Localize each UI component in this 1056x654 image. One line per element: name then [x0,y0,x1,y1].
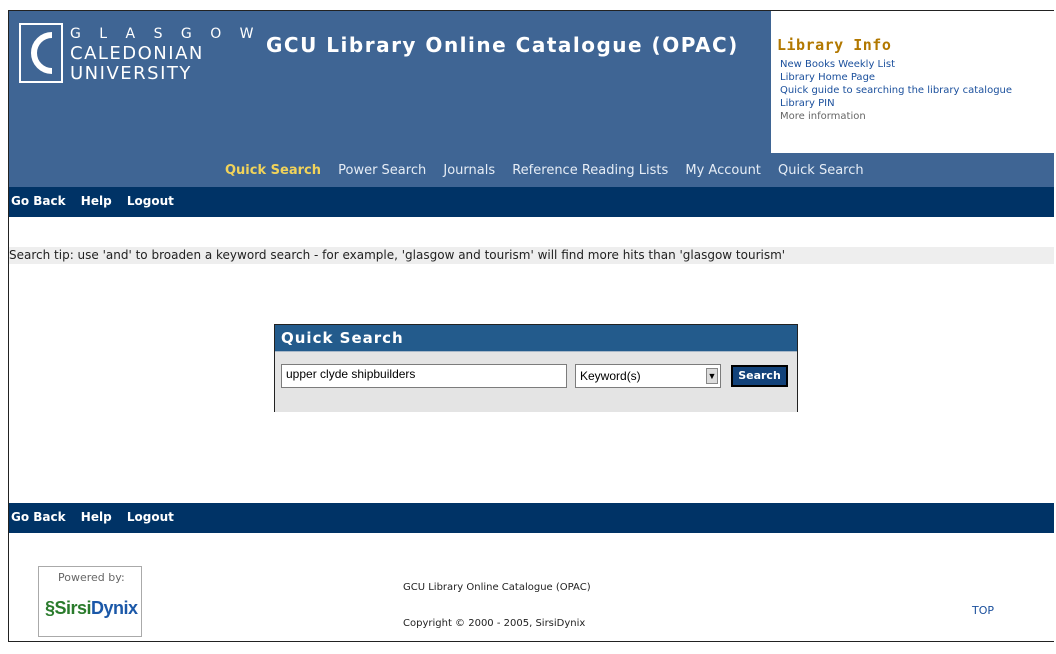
library-info-title: Library Info [777,36,892,54]
page-frame: G L A S G O W CALEDONIAN UNIVERSITY GCU … [8,10,1054,642]
footer-catalogue-name: GCU Library Online Catalogue (OPAC) [403,582,591,593]
search-button[interactable]: Search [731,365,788,387]
nav-power-search[interactable]: Power Search [338,163,426,178]
brand-dynix: Dynix [91,598,138,618]
logout-link[interactable]: Logout [127,194,174,208]
gcu-logo-icon[interactable] [19,23,63,83]
top-link[interactable]: TOP [972,604,994,617]
library-info-box: Library Info New Books Weekly List Libra… [771,11,1054,153]
go-back-link-bottom[interactable]: Go Back [11,510,66,524]
help-link[interactable]: Help [81,194,112,208]
nav-quick-search[interactable]: Quick Search [225,163,321,178]
site-title: GCU Library Online Catalogue (OPAC) [266,33,739,57]
bottom-toolbar: Go Back Help Logout [9,503,1054,533]
nav-journals[interactable]: Journals [443,163,495,178]
search-tip: Search tip: use 'and' to broaden a keywo… [9,247,1054,264]
brand-sirsi: Sirsi [54,598,92,618]
more-information-link[interactable]: More information [780,110,1012,123]
library-home-link[interactable]: Library Home Page [780,71,1012,84]
search-input[interactable]: upper clyde shipbuilders [281,364,567,388]
logo-line-3: UNIVERSITY [70,63,192,84]
top-toolbar: Go Back Help Logout [9,187,1054,217]
help-link-bottom[interactable]: Help [81,510,112,524]
sirsidynix-logo: §SirsiDynix [45,598,138,619]
dropdown-arrow-icon[interactable]: ▼ [706,368,718,384]
logo-line-2: CALEDONIAN [70,43,204,64]
nav-reference-reading-lists[interactable]: Reference Reading Lists [512,163,668,178]
go-back-link[interactable]: Go Back [11,194,66,208]
quick-search-panel: Quick Search upper clyde shipbuilders Ke… [274,324,798,412]
logout-link-bottom[interactable]: Logout [127,510,174,524]
university-name: G L A S G O W CALEDONIAN UNIVERSITY [70,24,261,84]
quick-search-title: Quick Search [275,325,797,351]
footer-text: GCU Library Online Catalogue (OPAC) Copy… [403,582,591,654]
library-info-links: New Books Weekly List Library Home Page … [780,58,1012,123]
sirsidynix-swirl-icon: § [45,598,55,618]
nav-quick-search-2[interactable]: Quick Search [778,163,864,178]
quick-guide-link[interactable]: Quick guide to searching the library cat… [780,84,1012,97]
new-books-link[interactable]: New Books Weekly List [780,58,1012,71]
powered-by-label: Powered by: [58,571,125,584]
search-type-value: Keyword(s) [580,369,641,383]
header: G L A S G O W CALEDONIAN UNIVERSITY GCU … [9,11,1054,153]
nav-my-account[interactable]: My Account [685,163,761,178]
powered-by-badge[interactable]: Powered by: §SirsiDynix [38,566,142,637]
main-nav: Quick Search Power Search Journals Refer… [9,153,1054,187]
logo-line-1: G L A S G O W [70,26,261,42]
footer-copyright: Copyright © 2000 - 2005, SirsiDynix [403,618,586,629]
search-type-select[interactable]: Keyword(s) ▼ [575,364,721,388]
library-pin-link[interactable]: Library PIN [780,97,1012,110]
